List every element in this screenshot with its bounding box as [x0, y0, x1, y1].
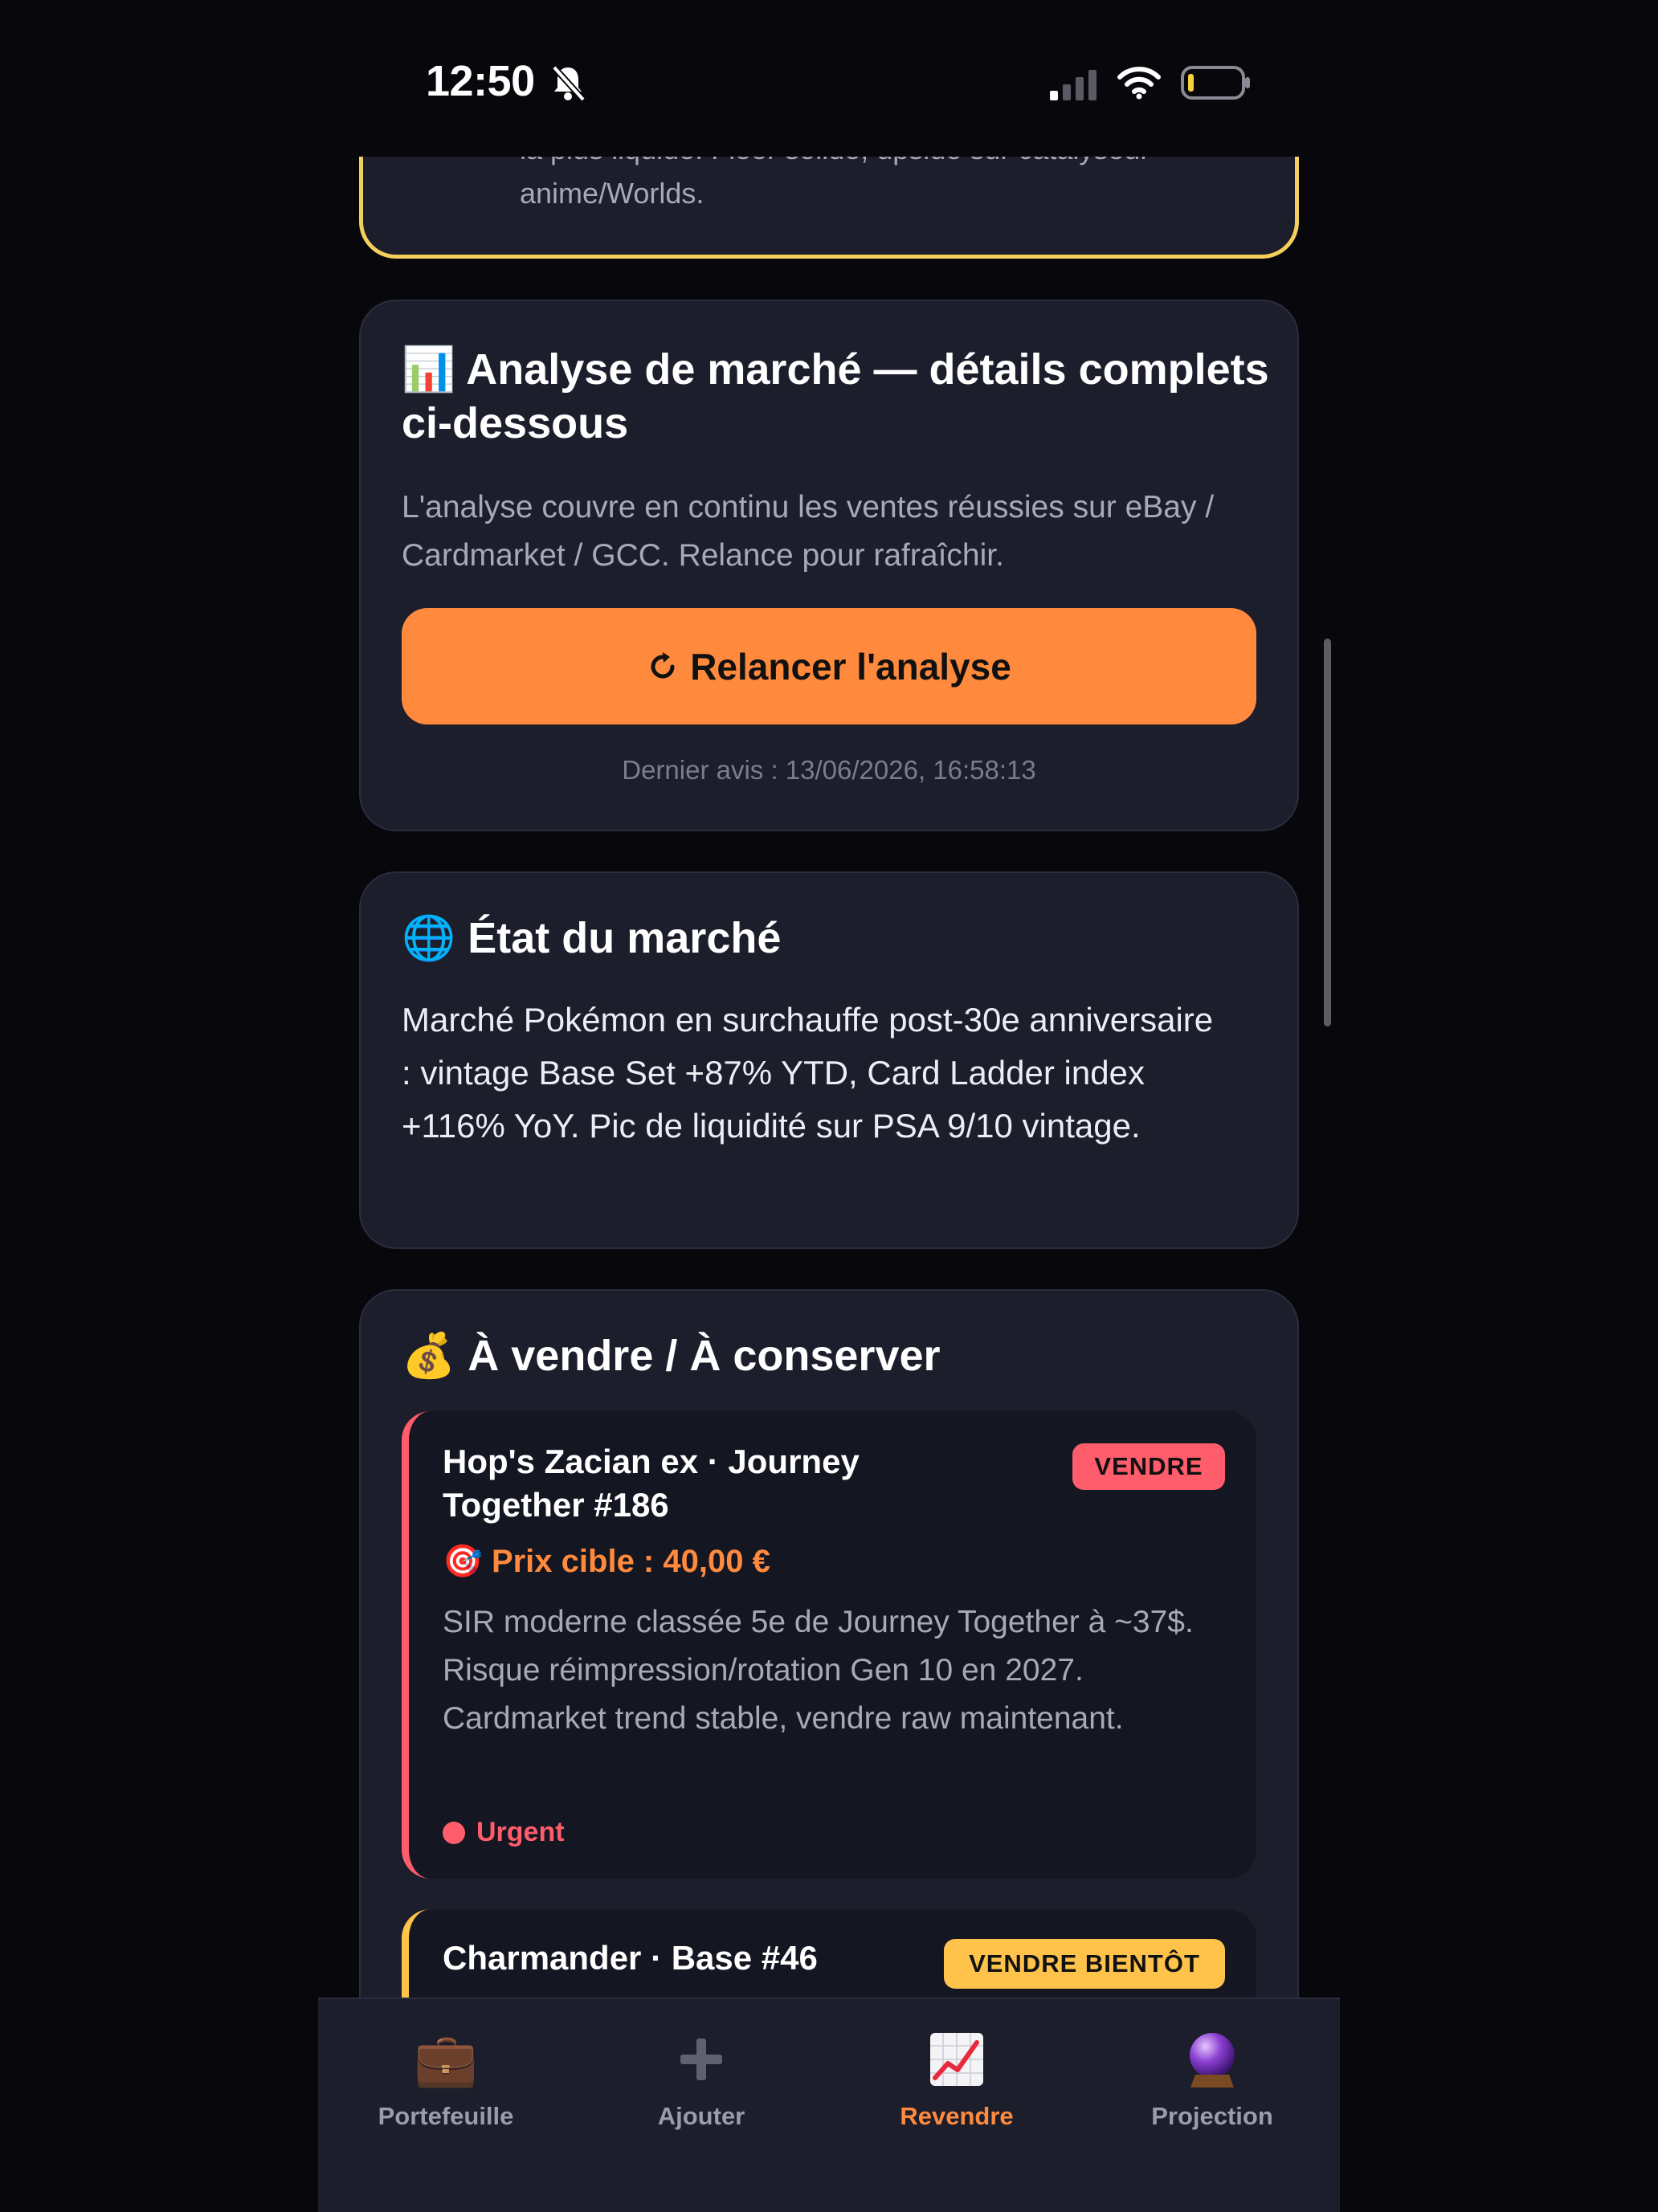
tab-revendre-label: Revendre	[900, 2102, 1014, 2130]
battery-icon	[1181, 66, 1250, 100]
wifi-icon	[1117, 67, 1161, 100]
tab-portefeuille-label: Portefeuille	[378, 2102, 514, 2130]
chart-increasing-icon	[829, 2023, 1084, 2096]
market-state-title-text: État du marché	[468, 914, 782, 962]
tab-revendre[interactable]: Revendre	[829, 2023, 1084, 2131]
analysis-title: 📊 Analyse de marché — détails complets c…	[402, 343, 1269, 451]
refresh-icon	[651, 651, 675, 678]
analysis-description: L'analyse couvre en continu les ventes r…	[402, 490, 1215, 573]
top-card-text-last: anime/Worlds.	[520, 177, 704, 210]
sell-keep-title: 💰 À vendre / À conserver	[402, 1329, 941, 1383]
market-state-text: Marché Pokémon en surchauffe post-30e an…	[402, 1001, 1214, 1145]
analysis-title-text: Analyse de marché — détails complets ci-…	[402, 345, 1269, 447]
item-name: Hop's Zacian ex · Journey Together #186	[443, 1443, 860, 1524]
market-state-title: 🌐 État du marché	[402, 912, 781, 965]
item-description: SIR moderne classée 5e de Journey Togeth…	[443, 1605, 1194, 1736]
globe-icon: 🌐	[402, 914, 456, 962]
sell-badge: VENDRE	[1072, 1443, 1225, 1490]
rerun-analysis-button[interactable]: Relancer l'analyse	[402, 608, 1256, 724]
rerun-analysis-label: Relancer l'analyse	[690, 645, 1011, 688]
scrollbar[interactable]	[1324, 639, 1331, 1026]
money-bag-icon: 💰	[402, 1332, 456, 1380]
crystal-ball-icon	[1084, 2023, 1340, 2096]
briefcase-icon: 💼	[414, 2030, 478, 2088]
status-bar: 12:50	[0, 0, 1658, 157]
target-price: 🎯 Prix cible : 40,00 €	[443, 1542, 770, 1580]
plus-icon	[574, 2023, 829, 2096]
tab-ajouter-label: Ajouter	[657, 2102, 745, 2130]
tab-portefeuille[interactable]: 💼 Portefeuille	[318, 2023, 574, 2131]
priority-dot-icon	[443, 1821, 465, 1844]
sell-keep-title-text: À vendre / À conserver	[468, 1332, 941, 1380]
item-name: Charmander · Base #46	[443, 1939, 818, 1977]
sell-soon-badge: VENDRE BIENTÔT	[944, 1939, 1225, 1989]
tab-projection-label: Projection	[1151, 2102, 1273, 2130]
chart-icon: 📊	[402, 345, 456, 394]
tab-bar: 💼 Portefeuille Ajouter Revendre Projecti…	[318, 1998, 1340, 2212]
tab-ajouter[interactable]: Ajouter	[574, 2023, 829, 2131]
target-price-text: Prix cible : 40,00 €	[491, 1544, 770, 1579]
status-time: 12:50	[426, 57, 535, 105]
last-review-timestamp: Dernier avis : 13/06/2026, 16:58:13	[622, 755, 1036, 785]
priority-indicator: Urgent	[443, 1817, 565, 1848]
silent-mode-icon	[552, 65, 586, 102]
tab-projection[interactable]: Projection	[1084, 2023, 1340, 2131]
priority-text: Urgent	[476, 1817, 565, 1847]
target-icon: 🎯	[443, 1544, 483, 1579]
signal-icon	[1050, 70, 1096, 100]
